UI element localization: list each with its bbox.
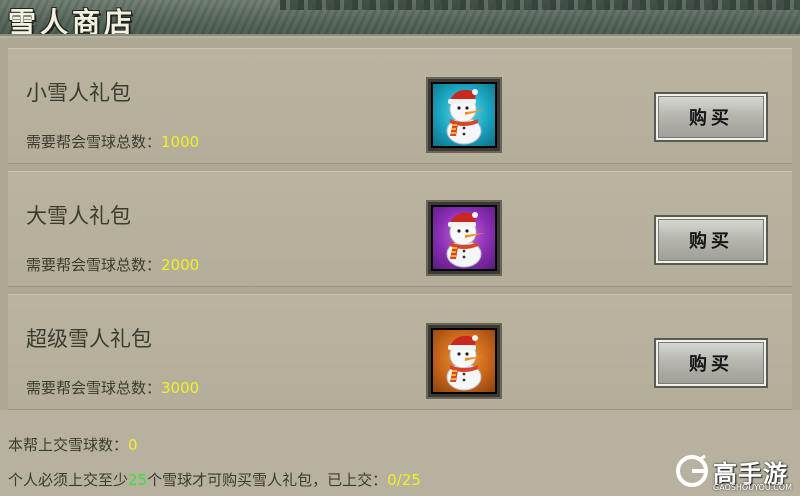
shop-panel: 小雪人礼包 需要帮会雪球总数：1000 购买 大雪人礼包 需要帮会雪球总数：20…	[0, 38, 800, 410]
watermark: 高手游 GAOSHOUYOU.COM	[675, 450, 800, 496]
item-slot-inner	[431, 328, 497, 394]
personal-min-value: 25	[128, 471, 148, 489]
title-bar-ornament	[280, 0, 800, 10]
personal-requirement-line: 个人必须上交至少25个雪球才可购买雪人礼包，已上交：0/25	[8, 469, 421, 490]
package-row-small: 小雪人礼包 需要帮会雪球总数：1000 购买	[8, 48, 792, 164]
package-item-slot[interactable]	[426, 323, 502, 399]
buy-button[interactable]: 购买	[654, 338, 768, 388]
requirement-value: 1000	[161, 133, 200, 151]
snowman-icon	[446, 89, 485, 145]
snowman-icon	[446, 335, 485, 391]
guild-total-line: 本帮上交雪球数：0	[8, 434, 138, 455]
requirement-value: 2000	[161, 256, 200, 274]
package-requirement: 需要帮会雪球总数：3000	[26, 377, 199, 398]
requirement-label: 需要帮会雪球总数：	[26, 256, 162, 274]
item-slot-inner	[431, 82, 497, 148]
window-title: 雪人商店	[8, 6, 137, 36]
package-item-slot[interactable]	[426, 200, 502, 276]
package-requirement: 需要帮会雪球总数：2000	[26, 254, 199, 275]
package-name: 超级雪人礼包	[26, 327, 152, 351]
package-name: 大雪人礼包	[26, 204, 131, 228]
personal-middle: 个雪球才可购买雪人礼包，已上交：	[147, 471, 388, 489]
buy-button[interactable]: 购买	[654, 92, 768, 142]
title-bar: 雪人商店	[0, 0, 800, 36]
guild-total-value: 0	[128, 436, 138, 454]
package-name: 小雪人礼包	[26, 81, 131, 105]
personal-progress-value: 0/25	[387, 471, 421, 489]
requirement-label: 需要帮会雪球总数：	[26, 133, 162, 151]
requirement-label: 需要帮会雪球总数：	[26, 379, 162, 397]
snowman-icon	[446, 212, 485, 268]
package-item-slot[interactable]	[426, 77, 502, 153]
gaoshouyou-logo-icon	[676, 454, 708, 487]
requirement-value: 3000	[161, 379, 200, 397]
watermark-domain: GAOSHOUYOU.COM	[713, 483, 793, 492]
item-slot-inner	[431, 205, 497, 271]
package-row-super: 超级雪人礼包 需要帮会雪球总数：3000 购买	[8, 294, 792, 410]
guild-total-label: 本帮上交雪球数：	[8, 436, 129, 454]
package-requirement: 需要帮会雪球总数：1000	[26, 131, 199, 152]
buy-button[interactable]: 购买	[654, 215, 768, 265]
package-row-large: 大雪人礼包 需要帮会雪球总数：2000 购买	[8, 171, 792, 287]
personal-prefix: 个人必须上交至少	[8, 471, 129, 489]
